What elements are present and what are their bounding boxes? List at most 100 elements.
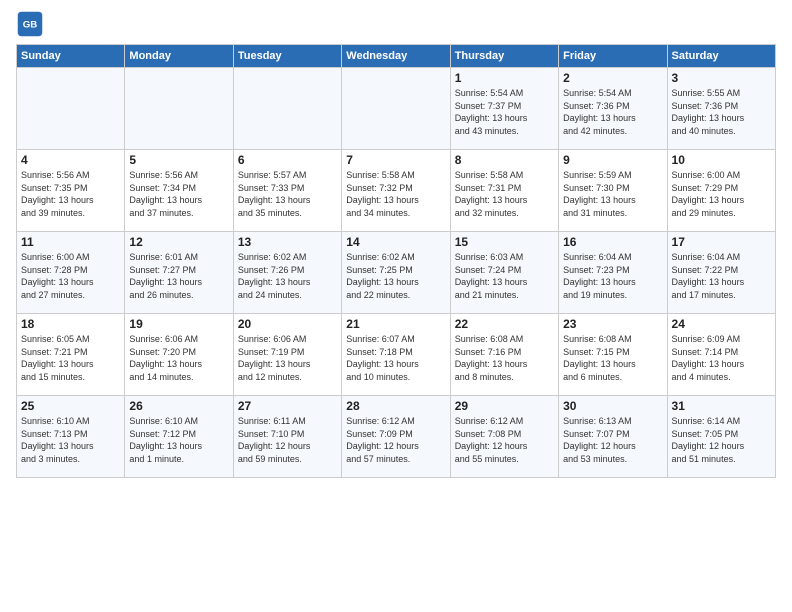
calendar-cell: 14 Sunrise: 6:02 AM Sunset: 7:25 PM Dayli… bbox=[342, 232, 450, 314]
day-number: 10 bbox=[672, 153, 771, 167]
week-row-4: 18 Sunrise: 6:05 AM Sunset: 7:21 PM Dayli… bbox=[17, 314, 776, 396]
day-number: 7 bbox=[346, 153, 445, 167]
day-number: 16 bbox=[563, 235, 662, 249]
calendar-cell: 5 Sunrise: 5:56 AM Sunset: 7:34 PM Daylig… bbox=[125, 150, 233, 232]
week-row-3: 11 Sunrise: 6:00 AM Sunset: 7:28 PM Dayli… bbox=[17, 232, 776, 314]
header-cell-monday: Monday bbox=[125, 45, 233, 68]
day-number: 24 bbox=[672, 317, 771, 331]
day-info: Sunrise: 6:08 AM Sunset: 7:15 PM Dayligh… bbox=[563, 333, 662, 383]
header-row: SundayMondayTuesdayWednesdayThursdayFrid… bbox=[17, 45, 776, 68]
day-number: 1 bbox=[455, 71, 554, 85]
day-info: Sunrise: 6:07 AM Sunset: 7:18 PM Dayligh… bbox=[346, 333, 445, 383]
day-number: 28 bbox=[346, 399, 445, 413]
day-number: 12 bbox=[129, 235, 228, 249]
day-info: Sunrise: 5:54 AM Sunset: 7:37 PM Dayligh… bbox=[455, 87, 554, 137]
calendar-cell: 10 Sunrise: 6:00 AM Sunset: 7:29 PM Dayli… bbox=[667, 150, 775, 232]
day-number: 15 bbox=[455, 235, 554, 249]
day-number: 23 bbox=[563, 317, 662, 331]
day-number: 13 bbox=[238, 235, 337, 249]
day-info: Sunrise: 6:14 AM Sunset: 7:05 PM Dayligh… bbox=[672, 415, 771, 465]
calendar-table: SundayMondayTuesdayWednesdayThursdayFrid… bbox=[16, 44, 776, 478]
day-number: 31 bbox=[672, 399, 771, 413]
day-number: 14 bbox=[346, 235, 445, 249]
day-info: Sunrise: 6:09 AM Sunset: 7:14 PM Dayligh… bbox=[672, 333, 771, 383]
day-info: Sunrise: 6:13 AM Sunset: 7:07 PM Dayligh… bbox=[563, 415, 662, 465]
calendar-cell: 9Sunrise: 5:59 AM Sunset: 7:30 PM Daylig… bbox=[559, 150, 667, 232]
calendar-cell: 17Sunrise: 6:04 AM Sunset: 7:22 PM Dayli… bbox=[667, 232, 775, 314]
day-number: 5 bbox=[129, 153, 228, 167]
header-cell-saturday: Saturday bbox=[667, 45, 775, 68]
day-number: 4 bbox=[21, 153, 120, 167]
day-number: 3 bbox=[672, 71, 771, 85]
calendar-cell: 13 Sunrise: 6:02 AM Sunset: 7:26 PM Dayli… bbox=[233, 232, 341, 314]
day-info: Sunrise: 6:11 AM Sunset: 7:10 PM Dayligh… bbox=[238, 415, 337, 465]
calendar-cell: 23 Sunrise: 6:08 AM Sunset: 7:15 PM Dayli… bbox=[559, 314, 667, 396]
calendar-cell: 2 Sunrise: 5:54 AM Sunset: 7:36 PM Daylig… bbox=[559, 68, 667, 150]
day-info: Sunrise: 6:02 AM Sunset: 7:25 PM Dayligh… bbox=[346, 251, 445, 301]
calendar-cell: 19 Sunrise: 6:06 AM Sunset: 7:20 PM Dayli… bbox=[125, 314, 233, 396]
calendar-cell: 25Sunrise: 6:10 AM Sunset: 7:13 PM Dayli… bbox=[17, 396, 125, 478]
calendar-cell: 29 Sunrise: 6:12 AM Sunset: 7:08 PM Dayli… bbox=[450, 396, 558, 478]
day-info: Sunrise: 6:00 AM Sunset: 7:29 PM Dayligh… bbox=[672, 169, 771, 219]
header-cell-friday: Friday bbox=[559, 45, 667, 68]
day-number: 11 bbox=[21, 235, 120, 249]
calendar-cell bbox=[233, 68, 341, 150]
calendar-body: 1 Sunrise: 5:54 AM Sunset: 7:37 PM Daylig… bbox=[17, 68, 776, 478]
header-cell-sunday: Sunday bbox=[17, 45, 125, 68]
day-info: Sunrise: 5:55 AM Sunset: 7:36 PM Dayligh… bbox=[672, 87, 771, 137]
calendar-cell: 26Sunrise: 6:10 AM Sunset: 7:12 PM Dayli… bbox=[125, 396, 233, 478]
day-info: Sunrise: 5:54 AM Sunset: 7:36 PM Dayligh… bbox=[563, 87, 662, 137]
calendar-cell bbox=[125, 68, 233, 150]
day-info: Sunrise: 6:10 AM Sunset: 7:13 PM Dayligh… bbox=[21, 415, 120, 465]
day-info: Sunrise: 6:05 AM Sunset: 7:21 PM Dayligh… bbox=[21, 333, 120, 383]
calendar-cell: 12 Sunrise: 6:01 AM Sunset: 7:27 PM Dayli… bbox=[125, 232, 233, 314]
calendar-cell: 24 Sunrise: 6:09 AM Sunset: 7:14 PM Dayli… bbox=[667, 314, 775, 396]
day-info: Sunrise: 6:08 AM Sunset: 7:16 PM Dayligh… bbox=[455, 333, 554, 383]
calendar-cell: 30 Sunrise: 6:13 AM Sunset: 7:07 PM Dayli… bbox=[559, 396, 667, 478]
day-info: Sunrise: 6:06 AM Sunset: 7:19 PM Dayligh… bbox=[238, 333, 337, 383]
day-info: Sunrise: 6:12 AM Sunset: 7:08 PM Dayligh… bbox=[455, 415, 554, 465]
week-row-1: 1 Sunrise: 5:54 AM Sunset: 7:37 PM Daylig… bbox=[17, 68, 776, 150]
calendar-cell: 21 Sunrise: 6:07 AM Sunset: 7:18 PM Dayli… bbox=[342, 314, 450, 396]
day-info: Sunrise: 6:03 AM Sunset: 7:24 PM Dayligh… bbox=[455, 251, 554, 301]
day-info: Sunrise: 6:12 AM Sunset: 7:09 PM Dayligh… bbox=[346, 415, 445, 465]
calendar-cell: 3 Sunrise: 5:55 AM Sunset: 7:36 PM Daylig… bbox=[667, 68, 775, 150]
day-number: 17 bbox=[672, 235, 771, 249]
calendar-cell: 31 Sunrise: 6:14 AM Sunset: 7:05 PM Dayli… bbox=[667, 396, 775, 478]
calendar-cell: 18 Sunrise: 6:05 AM Sunset: 7:21 PM Dayli… bbox=[17, 314, 125, 396]
calendar-cell: 27 Sunrise: 6:11 AM Sunset: 7:10 PM Dayli… bbox=[233, 396, 341, 478]
day-number: 18 bbox=[21, 317, 120, 331]
day-number: 27 bbox=[238, 399, 337, 413]
header-cell-tuesday: Tuesday bbox=[233, 45, 341, 68]
day-info: Sunrise: 6:01 AM Sunset: 7:27 PM Dayligh… bbox=[129, 251, 228, 301]
logo: GB bbox=[16, 10, 48, 38]
logo-icon: GB bbox=[16, 10, 44, 38]
header-cell-wednesday: Wednesday bbox=[342, 45, 450, 68]
calendar-cell: 16Sunrise: 6:04 AM Sunset: 7:23 PM Dayli… bbox=[559, 232, 667, 314]
calendar-header: SundayMondayTuesdayWednesdayThursdayFrid… bbox=[17, 45, 776, 68]
day-number: 21 bbox=[346, 317, 445, 331]
day-info: Sunrise: 5:57 AM Sunset: 7:33 PM Dayligh… bbox=[238, 169, 337, 219]
page: GB SundayMondayTuesdayWednesdayThursdayF… bbox=[0, 0, 792, 612]
day-info: Sunrise: 6:10 AM Sunset: 7:12 PM Dayligh… bbox=[129, 415, 228, 465]
svg-text:GB: GB bbox=[23, 20, 37, 31]
day-info: Sunrise: 6:06 AM Sunset: 7:20 PM Dayligh… bbox=[129, 333, 228, 383]
day-number: 30 bbox=[563, 399, 662, 413]
day-number: 6 bbox=[238, 153, 337, 167]
calendar-cell bbox=[17, 68, 125, 150]
day-number: 8 bbox=[455, 153, 554, 167]
day-number: 29 bbox=[455, 399, 554, 413]
calendar-cell: 11 Sunrise: 6:00 AM Sunset: 7:28 PM Dayli… bbox=[17, 232, 125, 314]
day-info: Sunrise: 6:00 AM Sunset: 7:28 PM Dayligh… bbox=[21, 251, 120, 301]
day-info: Sunrise: 5:58 AM Sunset: 7:32 PM Dayligh… bbox=[346, 169, 445, 219]
day-info: Sunrise: 5:56 AM Sunset: 7:34 PM Dayligh… bbox=[129, 169, 228, 219]
header-cell-thursday: Thursday bbox=[450, 45, 558, 68]
day-info: Sunrise: 5:58 AM Sunset: 7:31 PM Dayligh… bbox=[455, 169, 554, 219]
calendar-cell: 28 Sunrise: 6:12 AM Sunset: 7:09 PM Dayli… bbox=[342, 396, 450, 478]
day-number: 19 bbox=[129, 317, 228, 331]
calendar-cell: 4Sunrise: 5:56 AM Sunset: 7:35 PM Daylig… bbox=[17, 150, 125, 232]
day-number: 22 bbox=[455, 317, 554, 331]
day-number: 2 bbox=[563, 71, 662, 85]
day-info: Sunrise: 6:02 AM Sunset: 7:26 PM Dayligh… bbox=[238, 251, 337, 301]
week-row-5: 25Sunrise: 6:10 AM Sunset: 7:13 PM Dayli… bbox=[17, 396, 776, 478]
